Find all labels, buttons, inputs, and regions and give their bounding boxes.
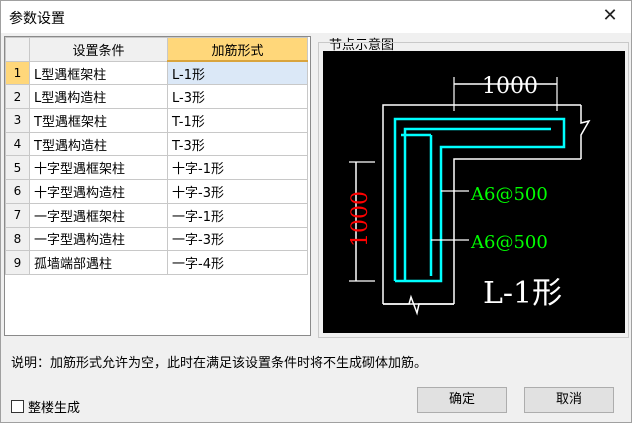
row-number: 1 (5, 60, 30, 86)
column-header-form[interactable]: 加筋形式 (167, 37, 308, 63)
row-number: 8 (5, 226, 30, 252)
whole-building-checkbox[interactable] (11, 400, 24, 413)
grid-header-row: 设置条件 加筋形式 (5, 37, 308, 63)
rebar-label-2: A6@500 (470, 232, 548, 253)
form-cell[interactable]: L-1形 (167, 60, 308, 86)
close-icon[interactable]: ✕ (599, 5, 621, 27)
table-row[interactable]: 8 一字型遇构造柱 一字-3形 (5, 226, 308, 252)
row-number: 6 (5, 179, 30, 204)
settings-grid: 设置条件 加筋形式 1 L型遇框架柱 L-1形 2 L型遇构造柱 L-3形 3 T型遇框架柱 T… (4, 36, 311, 336)
condition-cell[interactable]: L型遇框架柱 (29, 60, 168, 86)
row-number: 9 (5, 250, 30, 275)
condition-cell[interactable]: 孤墙端部遇柱 (29, 250, 168, 275)
node-diagram: 1000 1000 A6@500 A6@500 L-1形 (323, 51, 625, 333)
whole-building-option[interactable]: 整楼生成 (11, 397, 80, 416)
row-number: 2 (5, 84, 30, 110)
condition-cell[interactable]: 十字型遇构造柱 (29, 179, 168, 204)
table-row[interactable]: 1 L型遇框架柱 L-1形 (5, 60, 308, 86)
form-cell[interactable]: 一字-4形 (167, 250, 308, 275)
form-cell[interactable]: T-1形 (167, 108, 308, 133)
whole-building-label: 整楼生成 (28, 401, 81, 416)
form-cell[interactable]: 一字-3形 (167, 226, 308, 252)
condition-cell[interactable]: 十字型遇框架柱 (29, 155, 168, 181)
title-bar: 参数设置 ✕ (1, 1, 631, 33)
rebar-label-1: A6@500 (470, 184, 548, 205)
table-row[interactable]: 2 L型遇构造柱 L-3形 (5, 84, 308, 110)
table-row[interactable]: 3 T型遇框架柱 T-1形 (5, 108, 308, 133)
parameter-settings-dialog: 参数设置 ✕ 设置条件 加筋形式 1 L型遇框架柱 L-1形 2 L型遇构造柱 L-3形 3… (0, 0, 632, 423)
dimension-vertical-text: 1000 (348, 191, 373, 247)
shape-label: L-1形 (483, 276, 562, 311)
row-number: 3 (5, 108, 30, 133)
condition-cell[interactable]: T型遇构造柱 (29, 131, 168, 157)
cancel-button[interactable]: 取消 (524, 387, 614, 413)
form-cell[interactable]: 十字-1形 (167, 155, 308, 181)
dimension-horizontal-text: 1000 (482, 74, 538, 99)
note-text: 说明：加筋形式允许为空，此时在满足该设置条件时将不生成砌体加筋。 (11, 356, 428, 371)
table-row[interactable]: 6 十字型遇构造柱 十字-3形 (5, 179, 308, 204)
form-cell[interactable]: 十字-3形 (167, 179, 308, 204)
table-row[interactable]: 7 一字型遇框架柱 一字-1形 (5, 202, 308, 228)
condition-cell[interactable]: T型遇框架柱 (29, 108, 168, 133)
table-row[interactable]: 5 十字型遇框架柱 十字-1形 (5, 155, 308, 181)
table-row[interactable]: 9 孤墙端部遇柱 一字-4形 (5, 250, 308, 275)
row-number: 4 (5, 131, 30, 157)
condition-cell[interactable]: L型遇构造柱 (29, 84, 168, 110)
table-row[interactable]: 4 T型遇构造柱 T-3形 (5, 131, 308, 157)
form-cell[interactable]: 一字-1形 (167, 202, 308, 228)
ok-button[interactable]: 确定 (417, 387, 507, 413)
window-title: 参数设置 (9, 11, 65, 27)
grid-corner (5, 37, 30, 62)
condition-cell[interactable]: 一字型遇框架柱 (29, 202, 168, 228)
condition-cell[interactable]: 一字型遇构造柱 (29, 226, 168, 252)
form-cell[interactable]: T-3形 (167, 131, 308, 157)
column-header-condition[interactable]: 设置条件 (29, 37, 168, 62)
row-number: 5 (5, 155, 30, 181)
form-cell[interactable]: L-3形 (167, 84, 308, 110)
row-number: 7 (5, 202, 30, 228)
